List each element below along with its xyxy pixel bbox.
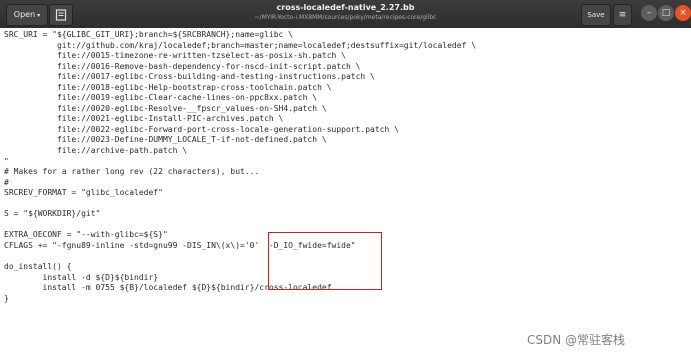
minimize-icon[interactable]: – <box>641 5 657 21</box>
code-line: install -d ${D}${bindir} <box>4 272 159 282</box>
code-line: file://0020-eglibc-Resolve-__fpscr_value… <box>4 103 327 113</box>
watermark: CSDN @常驻客栈 <box>527 333 626 347</box>
code-line: file://0022-eglibc-Forward-port-cross-lo… <box>4 124 399 134</box>
code-line: file://0016-Remove-bash-dependency-for-n… <box>4 61 361 71</box>
code-line: CFLAGS += "-fgnu89-inline -std=gnu99 -DI… <box>4 240 356 250</box>
code-line: file://0021-eglibc-Install-PIC-archives.… <box>4 114 284 124</box>
code-line: file://archive-path.patch \ <box>4 146 188 156</box>
code-line: SRCREV_FORMAT = "glibc_localedef" <box>4 188 163 198</box>
code-line: # Makes for a rather long rev (22 charac… <box>4 167 260 177</box>
save-button[interactable]: Save <box>581 4 611 26</box>
maximize-icon[interactable]: □ <box>658 5 674 21</box>
code-line: file://0017-eglibc-Cross-building-and-te… <box>4 72 375 82</box>
code-line: } <box>4 293 9 303</box>
code-content[interactable]: SRC_URI = "${GLIBC_GIT_URI};branch=${SRC… <box>4 30 476 304</box>
hamburger-menu-icon[interactable]: ≡ <box>613 4 632 26</box>
code-line: " <box>4 156 9 166</box>
code-line: file://0023-Define-DUMMY_LOCALE_T-if-not… <box>4 135 327 145</box>
code-line: # <box>4 177 9 187</box>
code-line: SRC_URI = "${GLIBC_GIT_URI};branch=${SRC… <box>4 30 293 39</box>
code-line: file://0015-timezone-re-written-tzselect… <box>4 51 346 61</box>
code-line: do_install() { <box>4 262 72 272</box>
code-line: file://0018-eglibc-Help-bootstrap-cross-… <box>4 82 332 92</box>
code-line: file://0019-eglibc-Clear-cache-lines-on-… <box>4 93 318 103</box>
title-bar: Open ▾ cross-localedef-native_2.27.bb ~/M… <box>0 0 691 28</box>
code-line: EXTRA_OECONF = "--with-glibc=${S}" <box>4 230 168 240</box>
code-line: install -m 0755 ${B}/localedef ${D}${bin… <box>4 283 332 293</box>
code-line: S = "${WORKDIR}/git" <box>4 209 101 219</box>
highlight-annotation-box <box>268 232 382 290</box>
code-line: git://github.com/kraj/localedef;branch=m… <box>4 40 477 50</box>
close-icon[interactable]: × <box>675 5 691 21</box>
